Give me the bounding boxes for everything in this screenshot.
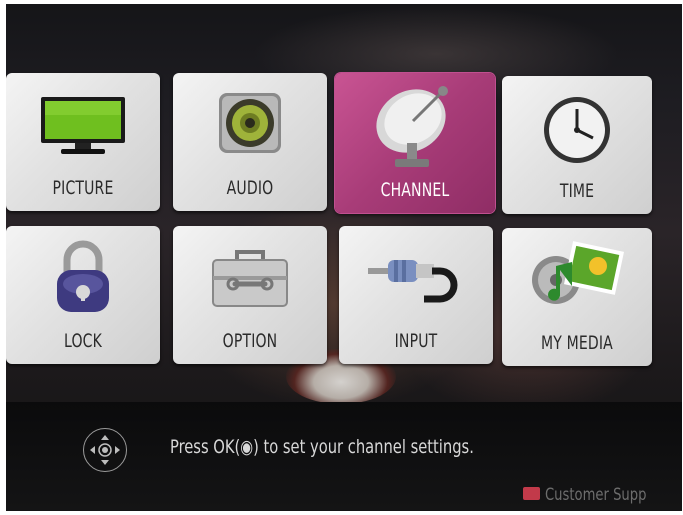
menu-label: MY MEDIA [541, 332, 613, 354]
menu-label: TIME [559, 180, 595, 202]
tv-icon [39, 95, 127, 161]
menu-tile-my-media[interactable]: MY MEDIA [502, 228, 652, 366]
menu-tile-audio[interactable]: AUDIO [173, 73, 327, 211]
menu-label: AUDIO [226, 177, 274, 199]
media-icon [530, 240, 625, 314]
menu-label: INPUT [394, 330, 438, 352]
dpad-nav-icon [83, 428, 127, 472]
clock-icon [541, 94, 613, 170]
cable-plug-icon [366, 248, 466, 314]
menu-label: CHANNEL [380, 179, 450, 201]
menu-label: OPTION [222, 330, 278, 352]
customer-support-icon [523, 487, 540, 500]
satellite-dish-icon [369, 77, 461, 179]
customer-support-link[interactable]: Customer Supp [545, 485, 646, 505]
menu-label: LOCK [64, 330, 102, 352]
padlock-icon [53, 236, 113, 320]
toolbox-icon [211, 246, 289, 314]
menu-tile-time[interactable]: TIME [502, 76, 652, 214]
menu-tile-option[interactable]: OPTION [173, 226, 327, 364]
menu-label: PICTURE [52, 177, 114, 199]
menu-tile-input[interactable]: INPUT [339, 226, 493, 364]
speaker-icon [217, 91, 283, 159]
menu-tile-picture[interactable]: PICTURE [6, 73, 160, 211]
menu-tile-channel[interactable]: CHANNEL [335, 73, 495, 213]
menu-tile-lock[interactable]: LOCK [6, 226, 160, 364]
footer-hint: Press OK(◉) to set your channel settings… [170, 436, 474, 458]
